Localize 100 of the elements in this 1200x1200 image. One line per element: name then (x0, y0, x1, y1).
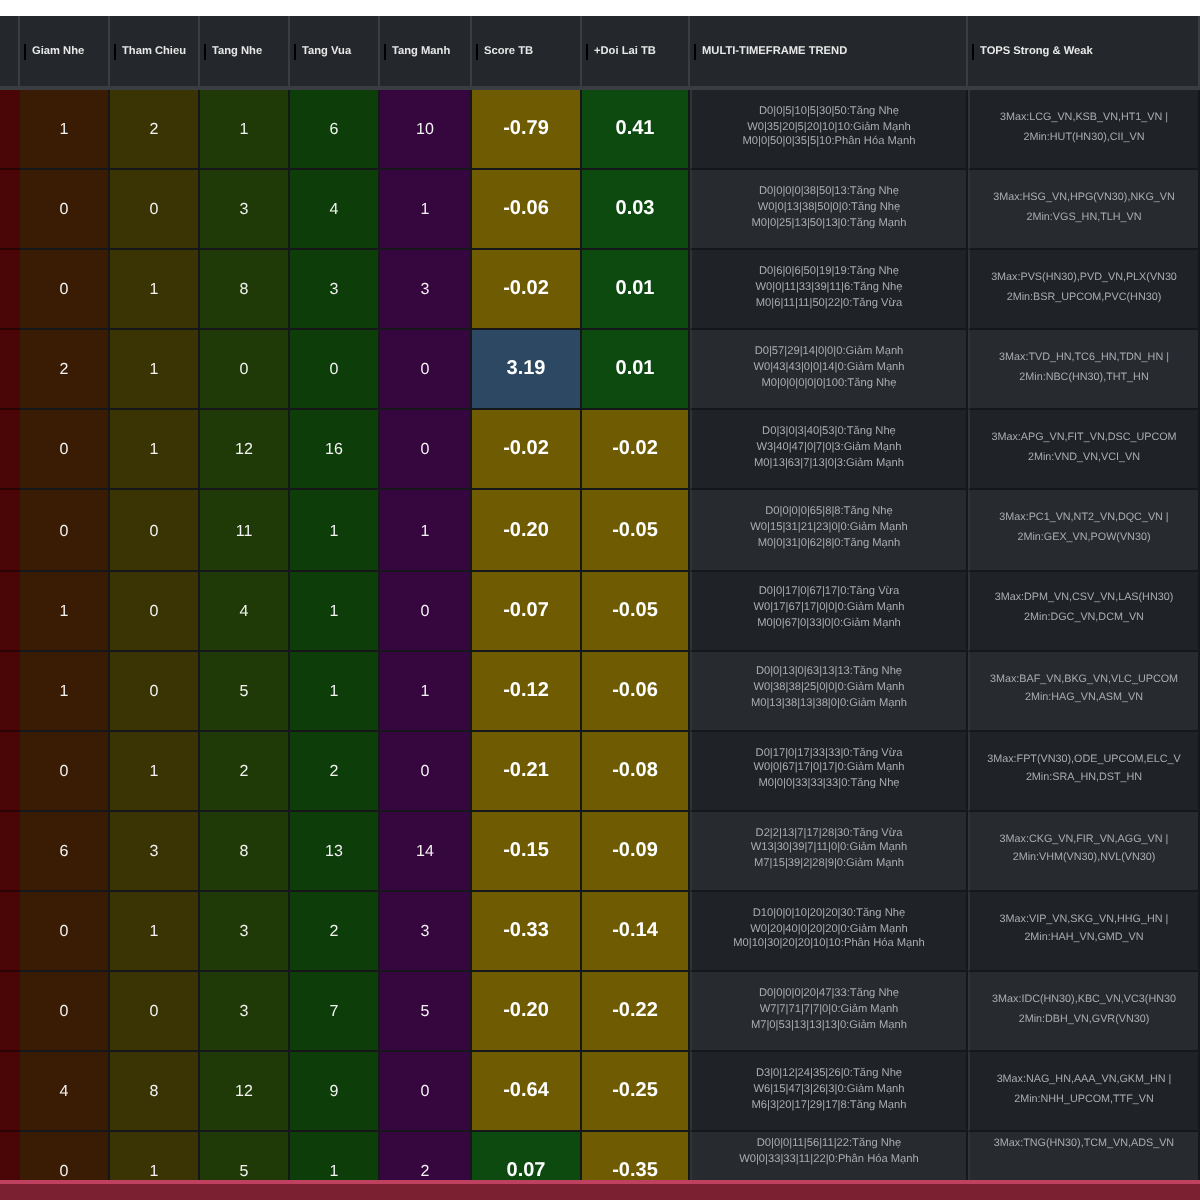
count-cell: 1 (20, 571, 110, 652)
count-cell: 5 (380, 972, 472, 1053)
score-cell: -0.14 (582, 891, 690, 973)
score-cell: -0.07 (472, 571, 582, 652)
score-cell: -0.06 (472, 170, 582, 251)
count-cell: 2 (290, 891, 380, 973)
count-cell: 0 (380, 731, 472, 812)
count-cell: 0 (20, 1132, 110, 1180)
count-cell: 6 (290, 90, 380, 171)
count-cell: 9 (290, 1052, 380, 1133)
score-cell: -0.64 (472, 1052, 582, 1133)
count-cell: 1 (110, 410, 200, 491)
score-cell: 0.01 (582, 330, 690, 411)
score-cell: 0.03 (582, 170, 690, 251)
row-marker (0, 731, 20, 812)
count-cell: 8 (200, 811, 290, 892)
count-cell: 4 (290, 170, 380, 251)
count-cell: 1 (20, 651, 110, 732)
count-cell: 0 (380, 1052, 472, 1133)
count-cell: 0 (20, 891, 110, 973)
count-cell: 13 (290, 811, 380, 892)
count-cell: 0 (110, 651, 200, 732)
row-marker (0, 571, 20, 652)
count-cell: 0 (290, 330, 380, 411)
count-cell: 0 (380, 410, 472, 491)
count-cell: 0 (110, 972, 200, 1053)
score-cell: -0.06 (582, 651, 690, 732)
score-cell: -0.15 (472, 811, 582, 892)
count-cell: 0 (110, 170, 200, 251)
count-cell: 0 (20, 250, 110, 331)
count-cell: 1 (380, 490, 472, 572)
count-cell: 5 (200, 651, 290, 732)
score-cell: -0.08 (582, 731, 690, 812)
score-cell: 0.41 (582, 90, 690, 171)
count-cell: 1 (380, 170, 472, 251)
count-cell: 1 (290, 651, 380, 732)
count-cell: 2 (290, 731, 380, 812)
score-cell: -0.25 (582, 1052, 690, 1133)
score-cell: 3.19 (472, 330, 582, 411)
row-marker (0, 170, 20, 251)
count-cell: 0 (20, 972, 110, 1053)
score-cell: -0.33 (472, 891, 582, 973)
count-cell: 0 (20, 410, 110, 491)
score-cell: -0.35 (582, 1132, 690, 1180)
count-cell: 11 (200, 490, 290, 572)
count-cell: 1 (380, 651, 472, 732)
count-cell: 1 (290, 571, 380, 652)
count-cell: 0 (380, 330, 472, 411)
count-cell: 12 (200, 1052, 290, 1133)
count-cell: 14 (380, 811, 472, 892)
score-cell: -0.05 (582, 571, 690, 652)
count-cell: 3 (110, 811, 200, 892)
count-cell: 1 (20, 90, 110, 171)
row-marker (0, 90, 20, 171)
score-cell: -0.09 (582, 811, 690, 892)
count-cell: 7 (290, 972, 380, 1053)
count-cell: 0 (200, 330, 290, 411)
count-cell: 1 (290, 490, 380, 572)
count-cell: 0 (20, 731, 110, 812)
row-marker (0, 330, 20, 411)
count-cell: 1 (110, 250, 200, 331)
row-marker (0, 490, 20, 572)
count-cell: 10 (380, 90, 472, 171)
count-cell: 3 (380, 250, 472, 331)
row-marker (0, 972, 20, 1053)
row-marker (0, 651, 20, 732)
count-cell: 0 (20, 490, 110, 572)
count-cell: 2 (110, 90, 200, 171)
row-marker (0, 250, 20, 331)
score-cell: -0.02 (472, 250, 582, 331)
score-cell: -0.05 (582, 490, 690, 572)
count-cell: 2 (380, 1132, 472, 1180)
score-cell: -0.20 (472, 972, 582, 1053)
row-marker (0, 891, 20, 973)
row-marker (0, 410, 20, 491)
count-cell: 1 (110, 731, 200, 812)
score-cell: -0.12 (472, 651, 582, 732)
count-cell: 2 (20, 330, 110, 411)
count-cell: 6 (20, 811, 110, 892)
count-cell: 0 (20, 170, 110, 251)
row-marker (0, 811, 20, 892)
score-cell: -0.22 (582, 972, 690, 1053)
score-cell: -0.21 (472, 731, 582, 812)
count-cell: 0 (380, 571, 472, 652)
count-cell: 3 (380, 891, 472, 973)
score-cell: 0.07 (472, 1132, 582, 1180)
count-cell: 1 (200, 90, 290, 171)
count-cell: 3 (200, 891, 290, 973)
count-cell: 0 (110, 571, 200, 652)
count-cell: 1 (290, 1132, 380, 1180)
score-cell: 0.01 (582, 250, 690, 331)
count-cell: 0 (110, 490, 200, 572)
count-cell: 8 (110, 1052, 200, 1133)
count-cell: 1 (110, 1132, 200, 1180)
score-cell: -0.20 (472, 490, 582, 572)
count-cell: 16 (290, 410, 380, 491)
count-cell: 1 (110, 891, 200, 973)
score-cell: -0.02 (472, 410, 582, 491)
count-cell: 2 (200, 731, 290, 812)
count-cell: 3 (290, 250, 380, 331)
